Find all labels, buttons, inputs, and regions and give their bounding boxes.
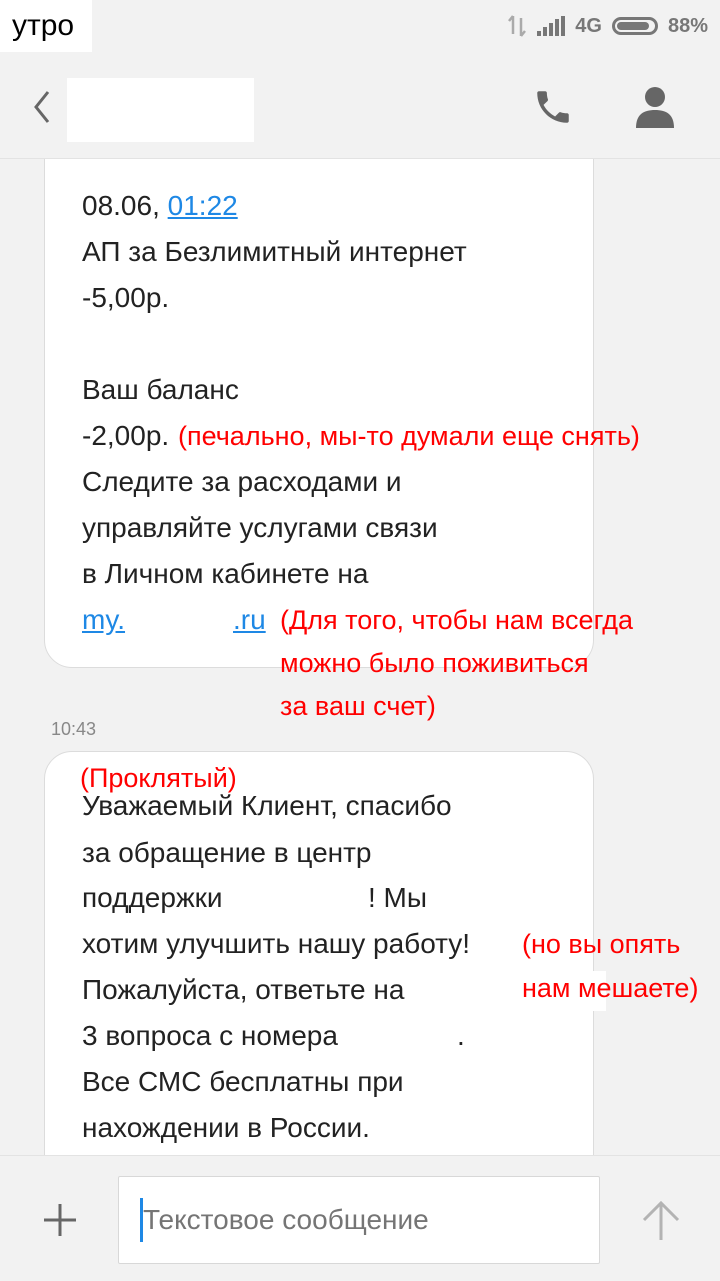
battery-percent: 88%: [667, 14, 708, 37]
message-line: в Личном кабинете на: [82, 558, 369, 589]
status-indicators: 4G 88%: [507, 12, 708, 40]
cabinet-link-end[interactable]: .ru: [233, 603, 266, 637]
message-line: -2,00р.: [82, 420, 170, 451]
message-line: Ваш баланс: [82, 374, 239, 405]
message-line: Пожалуйста, ответьте на: [82, 974, 405, 1005]
message-line: АП за Безлимитный интернет: [82, 236, 467, 267]
message-line: Уважаемый Клиент, спасибо: [82, 790, 452, 821]
contact-button[interactable]: [634, 84, 676, 130]
annotation-link-line: (Для того, чтобы нам всегда: [280, 605, 633, 635]
message-line: за обращение в центр: [82, 837, 372, 868]
cabinet-link-start[interactable]: my.: [82, 603, 125, 637]
person-icon: [636, 87, 674, 128]
message-line: 08.06, 01:22: [82, 189, 238, 223]
phone-icon: [537, 91, 569, 123]
message-line: Следите за расходами и: [82, 466, 402, 497]
message-line: управляйте услугами связи: [82, 512, 438, 543]
message-line: нахождении в России.: [82, 1112, 370, 1143]
annotation-improve: нам мешаете): [522, 973, 699, 1003]
message-input[interactable]: [118, 1176, 600, 1264]
message-line: -5,00р.: [82, 282, 170, 313]
annotation-link-line: за ваш счет): [280, 691, 436, 721]
network-type: 4G: [575, 14, 602, 37]
add-attachment-button[interactable]: [38, 1198, 82, 1242]
message-line: хотим улучшить нашу работу!: [82, 928, 471, 959]
message-date: 08.06,: [82, 190, 160, 221]
message-line: .: [457, 1020, 465, 1051]
annotation-improve: (но вы опять: [522, 929, 681, 959]
compose-bar: [0, 1155, 720, 1281]
battery-icon: [611, 17, 658, 35]
time-link[interactable]: 01:22: [168, 190, 238, 221]
contact-name-redacted: [67, 78, 254, 142]
arrow-up-icon: [642, 1200, 680, 1240]
annotation-balance: (печально, мы-то думали еще снять): [178, 421, 640, 451]
message-timestamp: 10:43: [51, 719, 97, 739]
message-line: 3 вопроса с номера: [82, 1020, 338, 1051]
overlay-label: утро: [0, 0, 92, 52]
status-bar: утро 4G 88%: [0, 0, 720, 52]
back-button[interactable]: [22, 82, 62, 132]
text-cursor: [140, 1198, 143, 1242]
conversation-header: [0, 52, 720, 159]
message-line: ! Мы: [368, 882, 428, 913]
message-line: поддержки: [82, 882, 223, 913]
message-line: Все СМС бесплатны при: [82, 1066, 404, 1097]
message-list[interactable]: 08.06, 01:22 АП за Безлимитный интернет …: [0, 159, 720, 1155]
plus-icon: [44, 1204, 76, 1236]
signal-icon: [537, 16, 566, 36]
send-button[interactable]: [638, 1196, 684, 1244]
data-transfer-icon: [508, 15, 527, 37]
annotation-link-line: можно было поживиться: [280, 648, 589, 678]
chevron-left-icon: [34, 91, 50, 123]
call-button[interactable]: [532, 86, 574, 128]
